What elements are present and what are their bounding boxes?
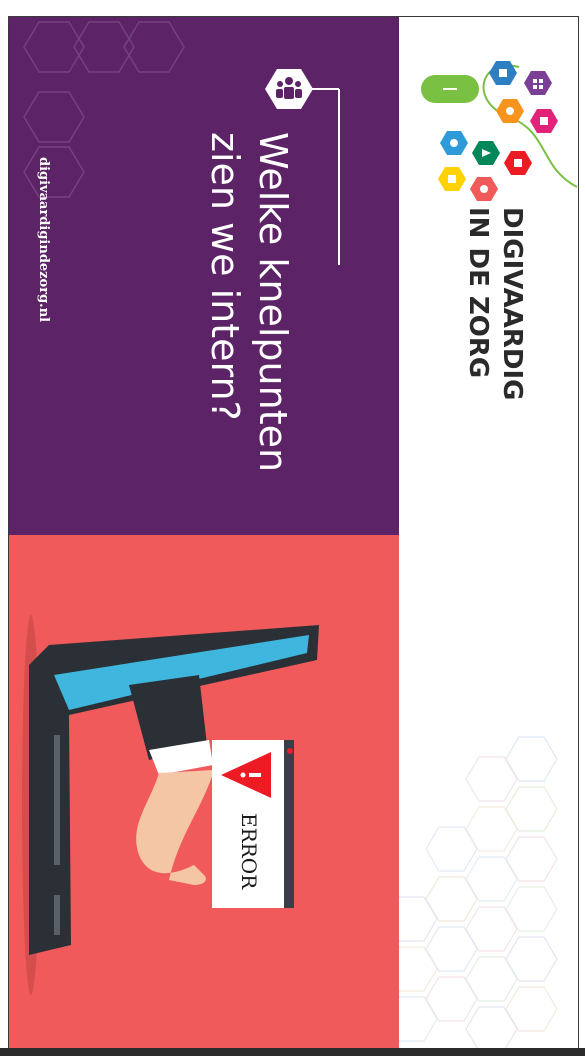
heading-line-2: zien we intern? [203,132,247,421]
brand-line-1: DIGIVAARDIG [497,207,527,401]
close-dot-icon [287,748,293,754]
error-label: ERROR [237,813,261,890]
brand-logo [421,61,578,201]
slide: Welke knelpunten zien we intern? digivaa… [8,16,579,1050]
brand-wordmark: DIGIVAARDIG IN DE ZORG [451,207,531,427]
error-illustration [22,615,319,995]
website-url: digivaardigindezorg.nl [36,157,51,323]
error-dialog-titlebar [284,740,294,908]
hexagon-pattern-light [399,736,558,1049]
illustration-panel: ERROR [9,535,399,1049]
slide-heading: Welke knelpunten zien we intern? [199,132,319,522]
hand [136,770,214,885]
heading-line-1: Welke knelpunten [251,132,295,473]
grid-icon [524,71,552,95]
title-panel: Welke knelpunten zien we intern? digivaa… [9,17,399,535]
logo-band: DIGIVAARDIG IN DE ZORG [399,17,578,1049]
brand-line-2: IN DE ZORG [463,207,493,379]
warning-icon [221,752,271,798]
bottom-bar [0,1048,585,1056]
